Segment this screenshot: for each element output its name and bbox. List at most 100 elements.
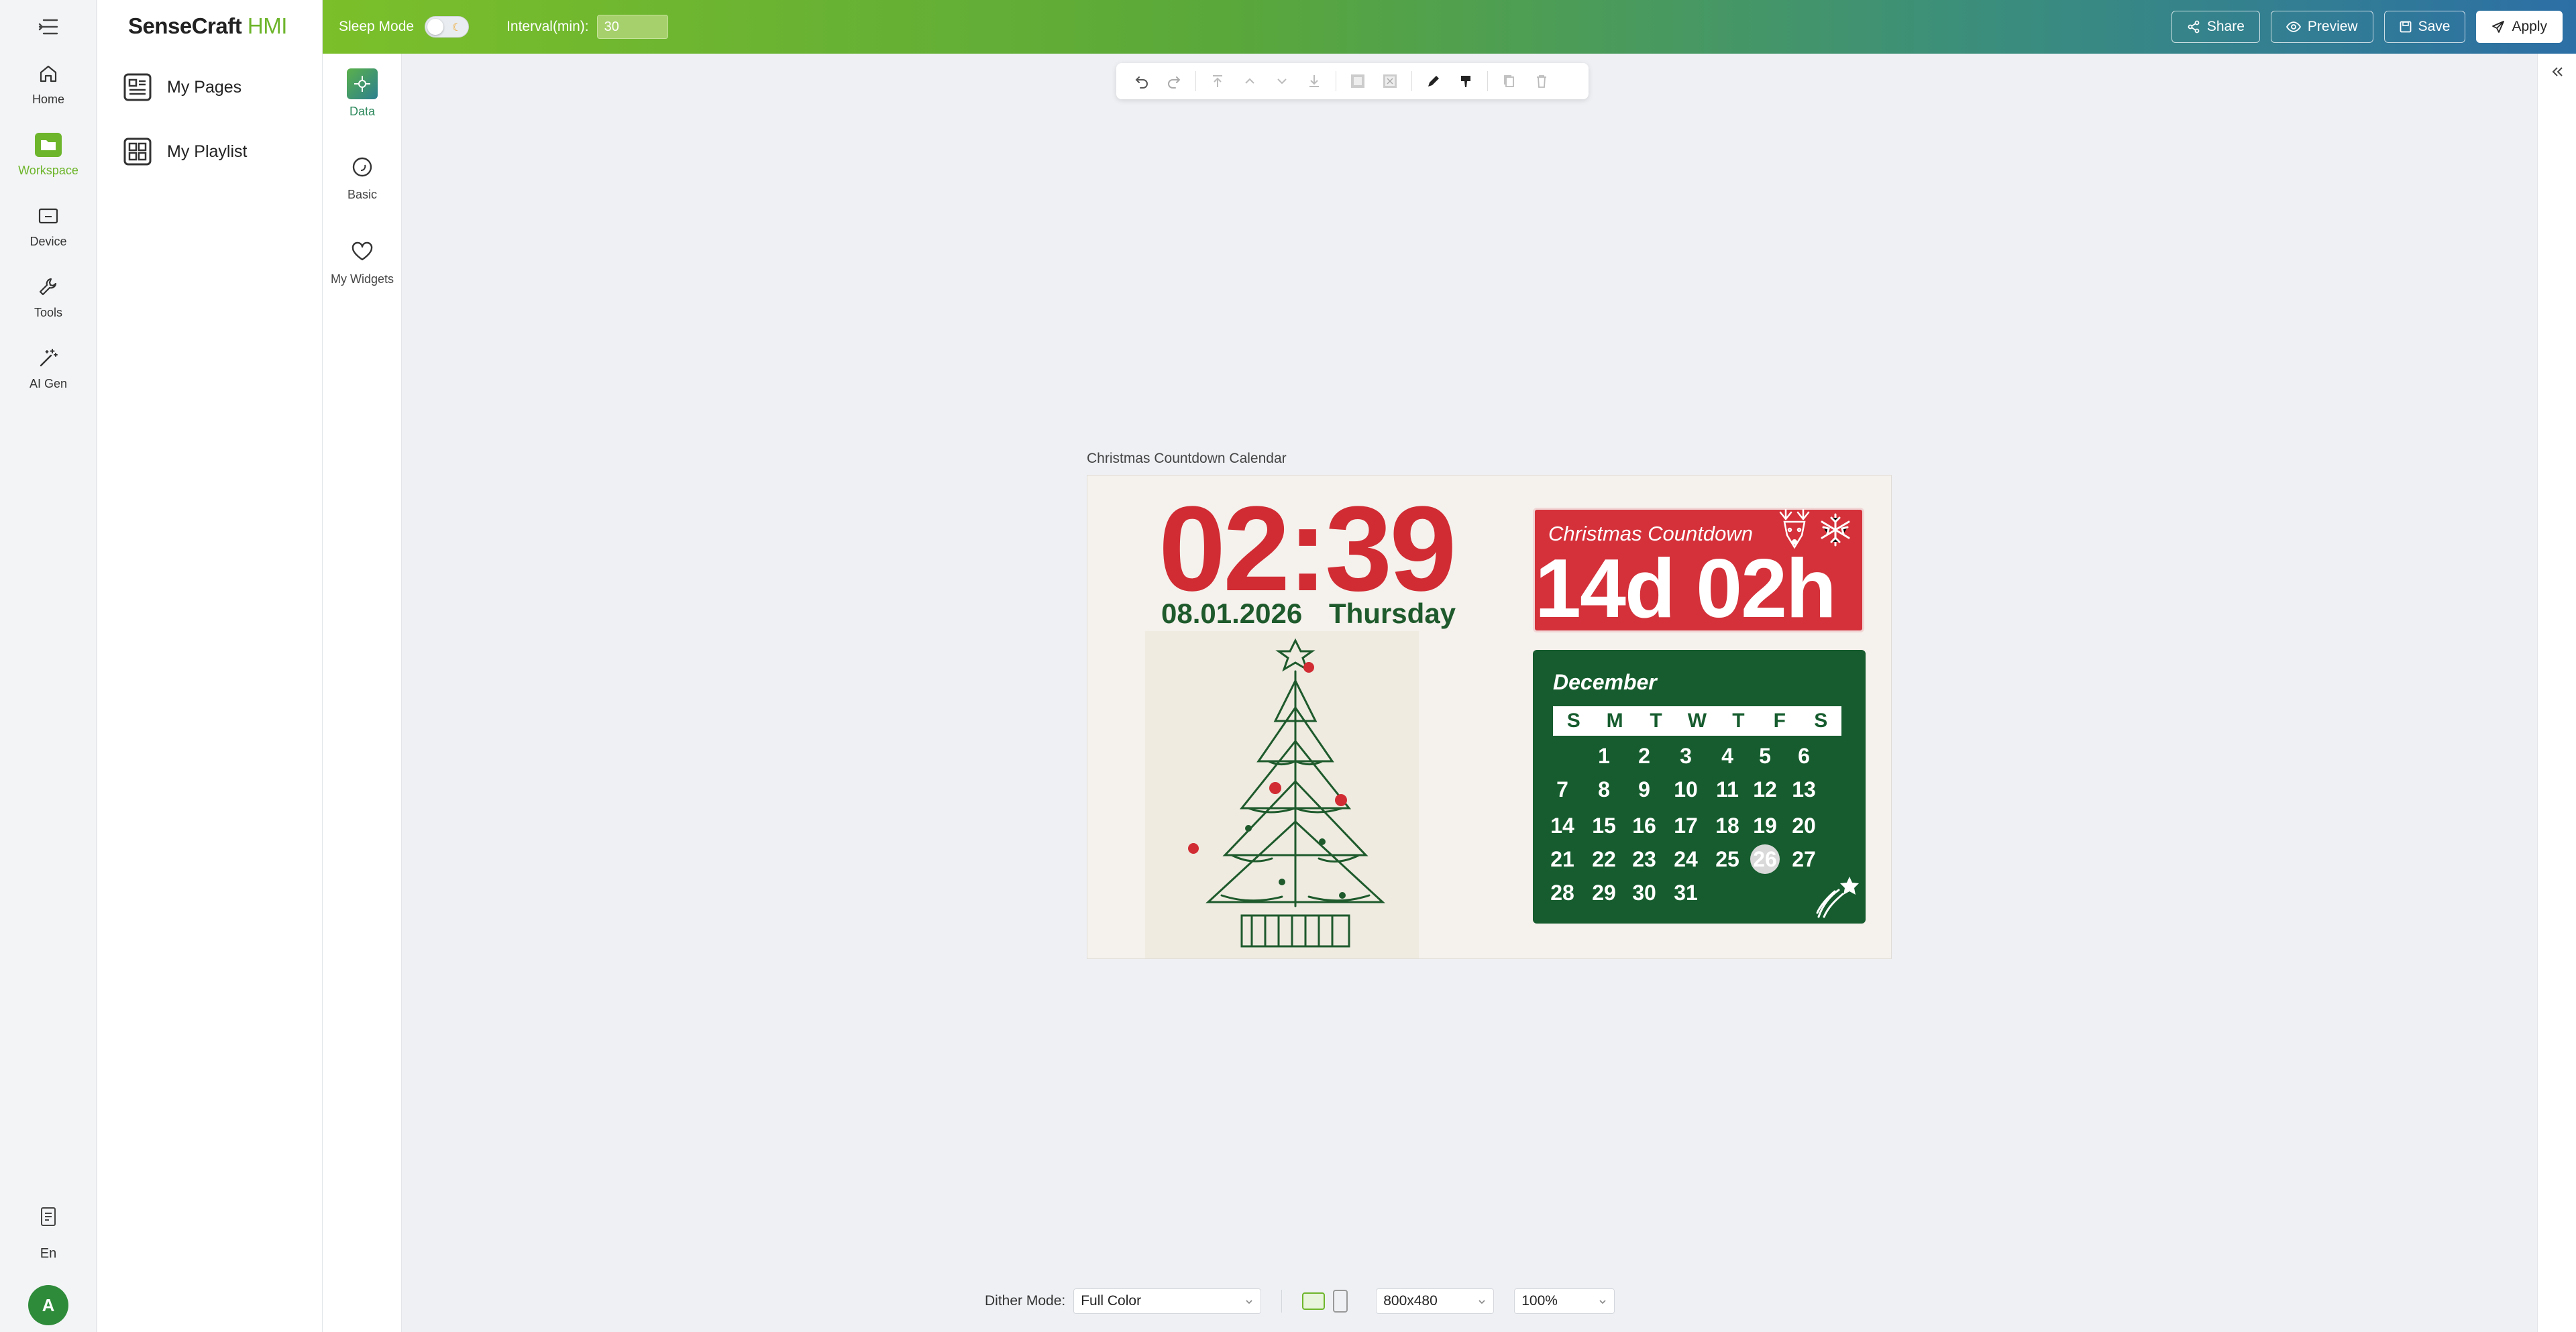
pen-icon[interactable]: [1417, 68, 1450, 95]
calendar-day: 30: [1632, 881, 1656, 905]
save-button[interactable]: Save: [2383, 11, 2466, 43]
calendar-day: 27: [1792, 847, 1816, 871]
moon-icon: ☾: [451, 22, 462, 34]
rail-item-tools[interactable]: Tools: [0, 275, 97, 335]
apply-button[interactable]: Apply: [2476, 11, 2563, 43]
calendar-day: 8: [1598, 777, 1610, 801]
toolbar-divider: [1411, 71, 1412, 91]
calendar-day: 11: [1716, 777, 1739, 801]
clock-date[interactable]: 08.01.2026: [1161, 598, 1302, 630]
bring-to-top-icon[interactable]: [1201, 68, 1234, 95]
logo-text: SenseCraft: [128, 13, 242, 38]
calendar-day: 14: [1550, 814, 1574, 838]
rail-item-label: Home: [32, 93, 64, 106]
magic-wand-icon: [36, 346, 60, 370]
calendar-day: 21: [1550, 847, 1574, 871]
chevron-down-icon: [1598, 1297, 1607, 1307]
right-panel: [2537, 54, 2576, 1332]
copy-icon[interactable]: [1493, 68, 1525, 95]
redo-icon[interactable]: [1158, 68, 1190, 95]
rail-item-home[interactable]: Home: [0, 62, 97, 122]
calendar-day-highlighted: 26: [1750, 844, 1780, 874]
language-switch[interactable]: En: [0, 1246, 97, 1262]
circle-icon: [347, 152, 378, 182]
widget-tab-label: Data: [349, 105, 376, 118]
avatar[interactable]: A: [28, 1285, 68, 1325]
logo-accent: HMI: [247, 13, 288, 38]
calendar-day: 13: [1792, 777, 1816, 801]
document-icon[interactable]: [35, 1203, 62, 1230]
menu-toggle-icon[interactable]: [35, 13, 62, 40]
undo-icon[interactable]: [1126, 68, 1158, 95]
design-canvas[interactable]: 02:39 08.01.2026 Thursday Christmas Coun…: [1087, 475, 1892, 959]
calendar-day: 31: [1674, 881, 1698, 905]
pages-icon: [121, 71, 154, 103]
interval-input[interactable]: [596, 15, 668, 39]
zoom-select[interactable]: 100%: [1514, 1288, 1615, 1314]
save-label: Save: [2418, 19, 2451, 34]
widget-tab-basic[interactable]: Basic: [323, 152, 402, 202]
calendar-month: December: [1553, 670, 1657, 694]
nav-item-my-pages[interactable]: My Pages: [121, 68, 309, 106]
preview-button[interactable]: Preview: [2270, 11, 2373, 43]
dither-mode-value: Full Color: [1081, 1293, 1142, 1309]
landscape-orientation-button[interactable]: [1302, 1292, 1326, 1310]
send-to-bottom-icon[interactable]: [1298, 68, 1330, 95]
top-bar: Sleep Mode ☾ Interval(min): Share Previe…: [323, 0, 2576, 54]
weekday-header: S: [1814, 710, 1828, 732]
rail-item-device[interactable]: Device: [0, 204, 97, 264]
widget-tab-my-widgets[interactable]: My Widgets: [323, 236, 402, 286]
weekday-header: F: [1773, 710, 1786, 732]
clock-weekday[interactable]: Thursday: [1329, 598, 1456, 630]
ungroup-icon[interactable]: [1374, 68, 1406, 95]
apply-label: Apply: [2512, 19, 2547, 34]
chevron-down-icon: [1477, 1297, 1487, 1307]
countdown-value: 14d 02h: [1535, 543, 1837, 635]
interval-label: Interval(min):: [506, 19, 589, 34]
weekday-header: T: [1732, 710, 1745, 732]
widget-tab-data[interactable]: Data: [323, 68, 402, 119]
widget-tab-label: Basic: [347, 188, 377, 201]
toolbar-divider: [1195, 71, 1196, 91]
calendar-day: 5: [1759, 744, 1771, 768]
double-chevron-left-icon[interactable]: [2550, 64, 2565, 79]
rail-item-ai-gen[interactable]: AI Gen: [0, 346, 97, 406]
christmas-tree-image[interactable]: [1168, 627, 1423, 956]
calendar-day: 22: [1592, 847, 1616, 871]
calendar-day: 24: [1674, 847, 1698, 871]
share-button[interactable]: Share: [2171, 11, 2260, 43]
nav-item-my-playlist[interactable]: My Playlist: [121, 133, 309, 170]
resolution-select[interactable]: 800x480: [1376, 1288, 1495, 1314]
dither-mode-select[interactable]: Full Color: [1073, 1288, 1262, 1314]
calendar-day: 28: [1550, 881, 1574, 905]
delete-icon[interactable]: [1525, 68, 1558, 95]
calendar-day: 6: [1798, 744, 1810, 768]
countdown-card[interactable]: Christmas Countdown 14d 02h: [1533, 508, 1864, 632]
chevron-down-icon: [1244, 1297, 1254, 1307]
sleep-mode-label: Sleep Mode: [339, 19, 415, 34]
clock-time[interactable]: 02:39: [1159, 489, 1456, 610]
calendar-day: 9: [1638, 777, 1650, 801]
fill-icon[interactable]: [1450, 68, 1482, 95]
shooting-star-icon: [1815, 875, 1860, 920]
sleep-mode-toggle[interactable]: ☾: [425, 16, 470, 38]
page-title: Christmas Countdown Calendar: [1087, 451, 1287, 466]
calendar-card[interactable]: December S M T W T F S 1 2 3 4 5 6 7 8 9 10 11 12 13…: [1533, 650, 1866, 924]
portrait-orientation-button[interactable]: [1333, 1290, 1348, 1313]
group-icon[interactable]: [1342, 68, 1374, 95]
toggle-knob: [427, 19, 444, 35]
app-logo: SenseCraft HMI: [128, 13, 287, 40]
calendar-day: 18: [1715, 814, 1739, 838]
calendar-day: 20: [1792, 814, 1816, 838]
heart-icon: [347, 236, 378, 267]
playlist-icon: [121, 135, 154, 168]
rail-item-workspace[interactable]: Workspace: [0, 133, 97, 193]
rail-item-label: AI Gen: [29, 377, 68, 390]
toolbar-divider: [1487, 71, 1488, 91]
bring-forward-icon[interactable]: [1234, 68, 1266, 95]
topbar-actions: Share Preview Save Apply: [2171, 11, 2563, 43]
send-backward-icon[interactable]: [1266, 68, 1298, 95]
calendar-day: 16: [1632, 814, 1656, 838]
device-icon: [36, 204, 60, 228]
weekday-header: T: [1650, 710, 1662, 732]
